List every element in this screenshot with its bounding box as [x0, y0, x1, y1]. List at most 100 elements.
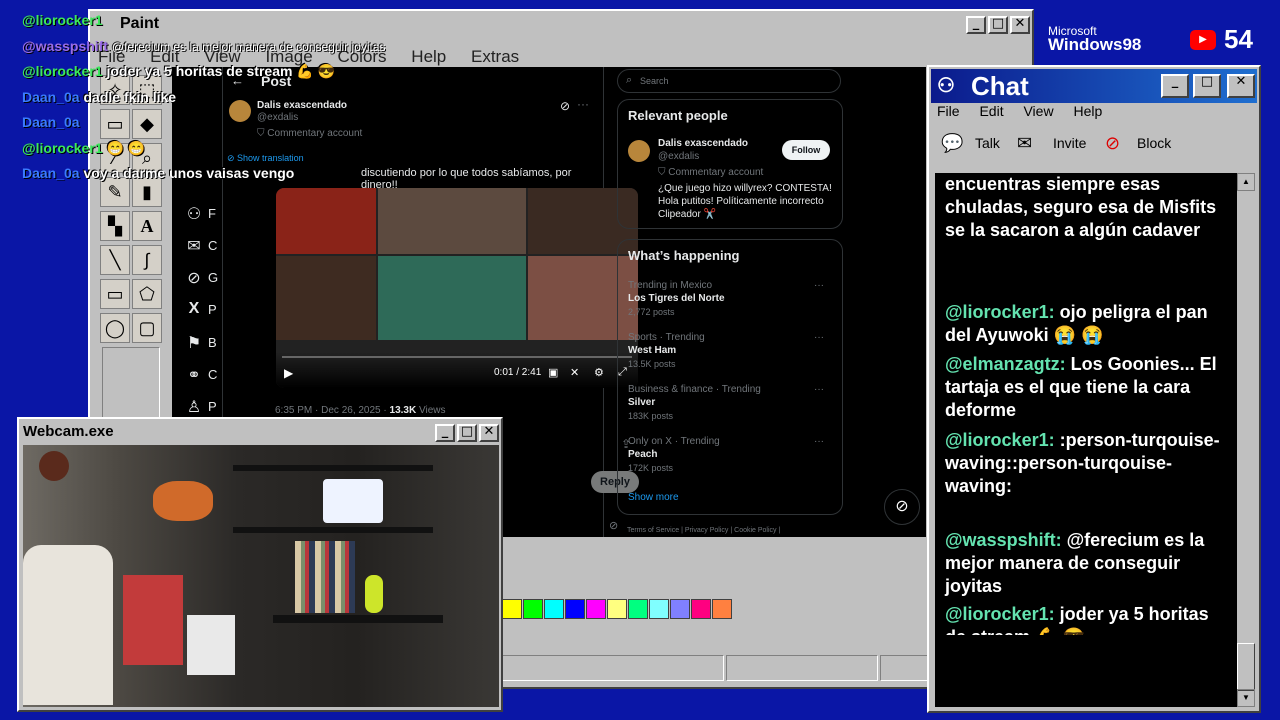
color-swatch[interactable] [670, 599, 690, 619]
color-swatch[interactable] [607, 599, 627, 619]
profile-icon[interactable]: ♙ [184, 397, 204, 417]
trend-item[interactable]: Only on X · Trending Peach 172K posts [628, 436, 828, 473]
menu-view[interactable]: View [1023, 103, 1053, 119]
cookie-link[interactable]: Cookie Policy [734, 527, 776, 534]
overlay-chat-line: @liorocker1 joder ya 5 horitas de stream… [22, 63, 335, 80]
line-icon[interactable]: ╲ [100, 245, 130, 275]
maximize-button[interactable]: □ [988, 16, 1008, 34]
chat-menubar: File Edit View Help [937, 103, 1118, 119]
curve-icon[interactable]: ∫ [132, 245, 162, 275]
polygon-icon[interactable]: ⬠ [132, 279, 162, 309]
trend-posts: 2,772 posts [628, 307, 675, 317]
overlay-chat-text: dadle fkin like [83, 89, 177, 105]
overlay-chat-text: 😁 😁 [106, 140, 146, 156]
color-swatch[interactable] [586, 599, 606, 619]
overlay-chat-line: Daan_0a [22, 114, 80, 130]
trend-posts: 13.5K posts [628, 359, 676, 369]
color-swatch[interactable] [565, 599, 585, 619]
color-swatch[interactable] [502, 599, 522, 619]
grok-icon[interactable]: ⊘ ··· [609, 519, 620, 537]
color-swatch[interactable] [712, 599, 732, 619]
settings-icon[interactable]: ⚙ [594, 366, 604, 379]
close-button[interactable]: ✕ [1227, 74, 1255, 98]
video-tile [276, 188, 376, 254]
video-time: 0:01 / 2:41 [494, 367, 542, 378]
person-avatar[interactable] [628, 140, 650, 162]
x-logo-icon[interactable]: X [184, 300, 204, 318]
nav-label: G [208, 270, 219, 285]
color-swatch[interactable] [649, 599, 669, 619]
chat-message: @wasspshift: @ferecium es la mejor maner… [945, 529, 1221, 598]
figure [365, 575, 383, 613]
post-views-label: Views [416, 405, 446, 416]
trend-context: Sports · Trending [628, 332, 705, 343]
terms-link[interactable]: Terms of Service [627, 527, 679, 534]
trend-more-icon[interactable]: ··· [814, 384, 824, 395]
captions-icon[interactable]: ▣ [548, 366, 558, 379]
status-panel [880, 655, 932, 681]
video-progress-bar[interactable] [282, 356, 632, 358]
user-plus-icon[interactable]: ⚇ [184, 204, 204, 224]
nav-label: P [208, 302, 217, 317]
person-handle[interactable]: @exdalis [658, 151, 699, 162]
video-tile [276, 256, 376, 340]
trend-posts: 183K posts [628, 411, 674, 421]
people-icon: ⚇ [937, 75, 955, 97]
close-button[interactable]: ✕ [1010, 16, 1030, 34]
grok-fab-icon[interactable]: ⊘ [884, 489, 920, 525]
menu-help[interactable]: Help [1073, 103, 1102, 119]
search-box[interactable]: ⌕ Search [617, 69, 841, 93]
menu-edit[interactable]: Edit [979, 103, 1003, 119]
book-row [295, 541, 355, 613]
invite-icon: ✉ [1017, 133, 1033, 153]
minimize-button[interactable]: _ [1161, 74, 1189, 98]
more-icon[interactable]: ··· [577, 97, 589, 111]
person-name[interactable]: Dalis exascendado [658, 138, 748, 149]
webcam-title: Webcam.exe [23, 423, 114, 440]
color-swatch[interactable] [544, 599, 564, 619]
bookmark-icon[interactable]: ⚑ [184, 333, 204, 353]
maximize-button[interactable]: □ [457, 424, 477, 442]
privacy-link[interactable]: Privacy Policy [685, 527, 729, 534]
maximize-button[interactable]: □ [1193, 74, 1221, 98]
color-swatch[interactable] [523, 599, 543, 619]
close-button[interactable]: ✕ [479, 424, 499, 442]
trend-item[interactable]: Business & finance · Trending Silver 183… [628, 384, 828, 421]
mute-icon[interactable]: ✕ [570, 366, 579, 379]
color-swatch[interactable] [628, 599, 648, 619]
grok-icon[interactable]: ⊘ [184, 268, 204, 288]
scroll-thumb[interactable] [1237, 643, 1255, 691]
ellipse-icon[interactable]: ◯ [100, 313, 130, 343]
text-tool-icon[interactable]: A [132, 211, 162, 241]
communities-icon[interactable]: ⚭ [184, 365, 204, 385]
trend-more-icon[interactable]: ··· [814, 436, 824, 447]
play-icon[interactable]: ▶ [284, 366, 293, 380]
scroll-down-icon[interactable]: ▼ [1237, 689, 1255, 707]
rectangle-icon[interactable]: ▭ [100, 279, 130, 309]
chat-username: @liorocker1: [945, 430, 1055, 450]
mail-icon[interactable]: ✉ [184, 236, 204, 256]
rounded-rect-icon[interactable]: ▢ [132, 313, 162, 343]
trend-item[interactable]: Trending in Mexico Los Tigres del Norte … [628, 280, 828, 317]
whats-happening-card: What’s happening Trending in Mexico Los … [617, 239, 843, 515]
chat-titlebar: ⚇ Chat _ □ ✕ [931, 69, 1257, 103]
invite-button[interactable]: Invite [1053, 135, 1086, 151]
minimize-button[interactable]: _ [966, 16, 986, 34]
show-more-link[interactable]: Show more [628, 492, 679, 503]
follow-button[interactable]: Follow [782, 140, 830, 160]
scroll-up-icon[interactable]: ▲ [1237, 173, 1255, 191]
post-video[interactable]: ▶ 0:01 / 2:41 ▣ ✕ ⚙ ⤢ [276, 188, 638, 388]
chat-scrollbar[interactable]: ▲ ▼ [1237, 173, 1255, 707]
trend-more-icon[interactable]: ··· [814, 280, 824, 291]
video-controls: ▶ 0:01 / 2:41 ▣ ✕ ⚙ ⤢ [276, 352, 638, 388]
trend-more-icon[interactable]: ··· [814, 332, 824, 343]
minimize-button[interactable]: _ [435, 424, 455, 442]
menu-file[interactable]: File [937, 103, 960, 119]
color-swatch[interactable] [691, 599, 711, 619]
trend-context: Only on X · Trending [628, 436, 720, 447]
block-button[interactable]: Block [1137, 135, 1171, 151]
grok-icon[interactable]: ⊘ [560, 99, 570, 113]
trend-item[interactable]: Sports · Trending West Ham 13.5K posts [628, 332, 828, 369]
airbrush-icon[interactable]: ▚ [100, 211, 130, 241]
talk-button[interactable]: Talk [975, 135, 1000, 151]
